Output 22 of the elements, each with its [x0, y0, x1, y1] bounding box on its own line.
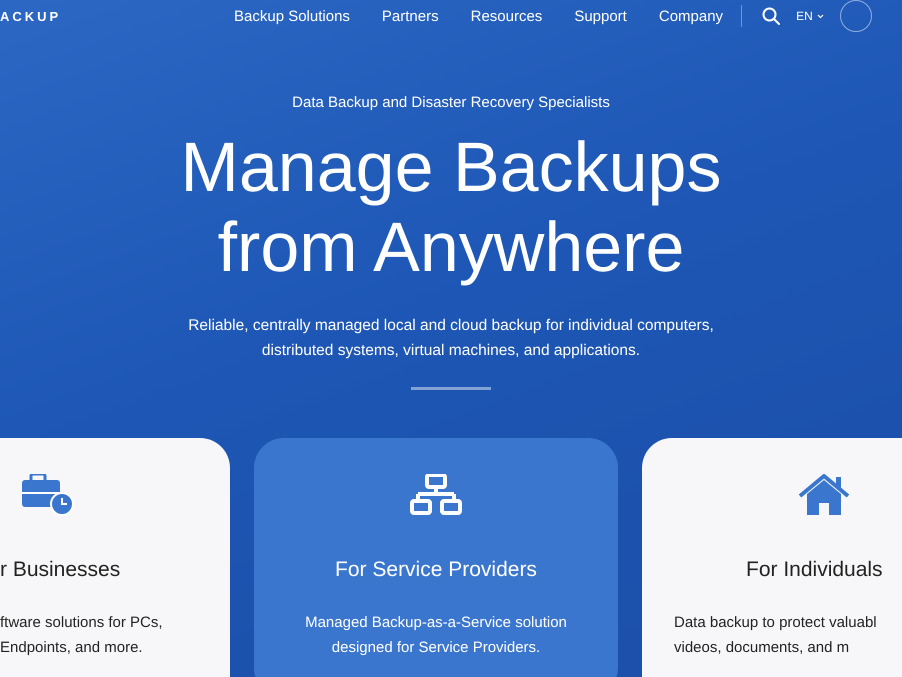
card-description: ftware solutions for PCs, Endpoints, and more.: [0, 613, 163, 658]
card-title: For Service Providers: [335, 558, 537, 582]
card-description: Data backup to protect valuabl videos, documents, and m: [674, 613, 877, 658]
provider-icon: [410, 474, 462, 516]
round-button[interactable]: [840, 0, 872, 32]
nav-link[interactable]: Company: [658, 8, 724, 24]
card-title: For Individuals: [746, 558, 883, 582]
home-icon: [798, 474, 850, 516]
search-icon[interactable]: [762, 7, 780, 25]
card-title: r Businesses: [0, 558, 120, 582]
hero-subtitle: Data Backup and Disaster Recovery Specialists: [292, 94, 610, 111]
nav-link[interactable]: Partners: [382, 8, 439, 24]
business-icon: [22, 474, 74, 516]
logo-link[interactable]: ACKUP: [0, 8, 220, 24]
nav-link[interactable]: Backup Solutions: [234, 8, 350, 24]
hero-description: Reliable, centrally managed local and cloud backup for individual computers, distributed systems, virtual machines, and applications.: [188, 316, 714, 361]
hero-title: Manage Backups from Anywhere: [180, 127, 722, 287]
nav-link[interactable]: Support: [574, 8, 627, 24]
card-description: Managed Backup-as-a-Service solution designed for Service Providers.: [305, 613, 567, 658]
nav-link[interactable]: Resources: [470, 8, 542, 24]
chevron-down-icon: [816, 14, 824, 18]
language-selector[interactable]: EN: [796, 9, 824, 23]
